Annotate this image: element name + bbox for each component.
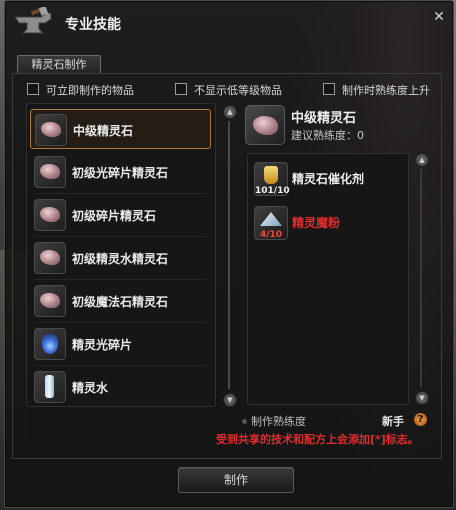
scroll-up-icon[interactable]: ▲ bbox=[415, 153, 429, 167]
recipe-label: 初级精灵水精灵石 bbox=[72, 252, 169, 266]
recipe-label: 初级魔法石精灵石 bbox=[72, 295, 169, 309]
catalyst-icon: 101/10 bbox=[254, 162, 290, 196]
crafting-proficiency: 制作熟练度 bbox=[242, 413, 306, 429]
scroll-track[interactable] bbox=[420, 169, 422, 387]
filter-hide-low-level[interactable]: 不显示低等级物品 bbox=[175, 82, 282, 98]
window-title: 专业技能 bbox=[65, 17, 121, 33]
material-count: 101/10 bbox=[255, 186, 290, 196]
spirit-stone-icon bbox=[34, 199, 66, 231]
recommended-proficiency: 建议熟练度：0 bbox=[291, 127, 364, 143]
materials-list: 101/10 精灵石催化剂 4/10 精灵魔粉 bbox=[247, 153, 409, 405]
material-item[interactable]: 101/10 精灵石催化剂 bbox=[252, 158, 402, 198]
spirit-stone-icon bbox=[34, 285, 66, 317]
recipe-item[interactable]: 精灵水 bbox=[30, 367, 211, 407]
divider bbox=[35, 193, 207, 194]
proficiency-dot-icon bbox=[242, 419, 247, 424]
make-button[interactable]: 制作 bbox=[178, 467, 294, 493]
recipe-item[interactable]: 初级魔法石精灵石 bbox=[30, 281, 211, 321]
spirit-stone-icon bbox=[35, 114, 67, 146]
anvil-icon bbox=[14, 7, 52, 34]
filter-craftable-now[interactable]: 可立即制作的物品 bbox=[27, 82, 134, 98]
scroll-down-icon[interactable]: ▼ bbox=[415, 391, 429, 405]
light-fragment-icon bbox=[34, 328, 66, 360]
spirit-stone-icon bbox=[245, 105, 285, 145]
spirit-water-icon bbox=[34, 371, 66, 403]
help-icon[interactable]: ? bbox=[414, 413, 427, 426]
recipe-label: 初级碎片精灵石 bbox=[72, 209, 157, 223]
scroll-track[interactable] bbox=[228, 121, 230, 389]
recipe-item[interactable]: 中级精灵石 bbox=[30, 109, 211, 149]
material-count: 4/10 bbox=[259, 230, 283, 240]
material-name: 精灵石催化剂 bbox=[292, 172, 365, 186]
checkbox[interactable] bbox=[27, 83, 39, 95]
title-bar[interactable]: 专业技能 ✕ bbox=[5, 1, 453, 45]
skill-label: 制作熟练度 bbox=[251, 415, 306, 428]
recipe-label: 初级光碎片精灵石 bbox=[72, 166, 169, 180]
scroll-up-icon[interactable]: ▲ bbox=[223, 105, 237, 119]
recipe-label: 精灵光碎片 bbox=[72, 338, 133, 352]
divider bbox=[35, 322, 207, 323]
tab-spirit-stone-crafting[interactable]: 精灵石制作 bbox=[17, 55, 101, 74]
recipe-item[interactable]: 初级精灵水精灵石 bbox=[30, 238, 211, 278]
profession-skill-window: 专业技能 ✕ 精灵石制作 可立即制作的物品 不显示低等级物品 制作时熟练度上升 … bbox=[4, 0, 454, 508]
shared-recipe-notice: 受到共享的技术和配方上会添加[*]标志。 bbox=[216, 433, 419, 446]
divider bbox=[35, 279, 207, 280]
close-icon[interactable]: ✕ bbox=[431, 9, 447, 25]
spirit-stone-icon bbox=[34, 242, 66, 274]
checkbox[interactable] bbox=[323, 83, 335, 95]
recipe-item[interactable]: 初级光碎片精灵石 bbox=[30, 152, 211, 192]
divider bbox=[35, 236, 207, 237]
divider bbox=[35, 365, 207, 366]
checkbox[interactable] bbox=[175, 83, 187, 95]
magic-powder-icon: 4/10 bbox=[254, 206, 288, 240]
filter-label: 制作时熟练度上升 bbox=[342, 84, 430, 97]
proficiency-value: 0 bbox=[357, 129, 364, 142]
materials-scrollbar[interactable]: ▲ ▼ bbox=[415, 153, 429, 405]
detail-item-name: 中级精灵石 bbox=[291, 111, 357, 126]
recipe-label: 中级精灵石 bbox=[73, 124, 134, 138]
skill-rank: 新手 bbox=[382, 415, 404, 428]
recipe-item[interactable]: 精灵光碎片 bbox=[30, 324, 211, 364]
filter-label: 可立即制作的物品 bbox=[46, 84, 134, 97]
material-name: 精灵魔粉 bbox=[292, 216, 341, 230]
scroll-down-icon[interactable]: ▼ bbox=[223, 393, 237, 407]
recipe-item[interactable]: 初级碎片精灵石 bbox=[30, 195, 211, 235]
recipe-list: 中级精灵石 初级光碎片精灵石 初级碎片精灵石 初级精灵水精灵石 初级魔法石精灵石… bbox=[26, 103, 216, 407]
spirit-stone-icon bbox=[34, 156, 66, 188]
filter-label: 不显示低等级物品 bbox=[194, 84, 282, 97]
recipe-list-scrollbar[interactable]: ▲ ▼ bbox=[223, 105, 237, 407]
proficiency-label: 建议熟练度： bbox=[291, 129, 357, 142]
material-item[interactable]: 4/10 精灵魔粉 bbox=[252, 202, 402, 242]
recipe-label: 精灵水 bbox=[72, 381, 109, 395]
filter-proficiency-up[interactable]: 制作时熟练度上升 bbox=[323, 82, 430, 98]
